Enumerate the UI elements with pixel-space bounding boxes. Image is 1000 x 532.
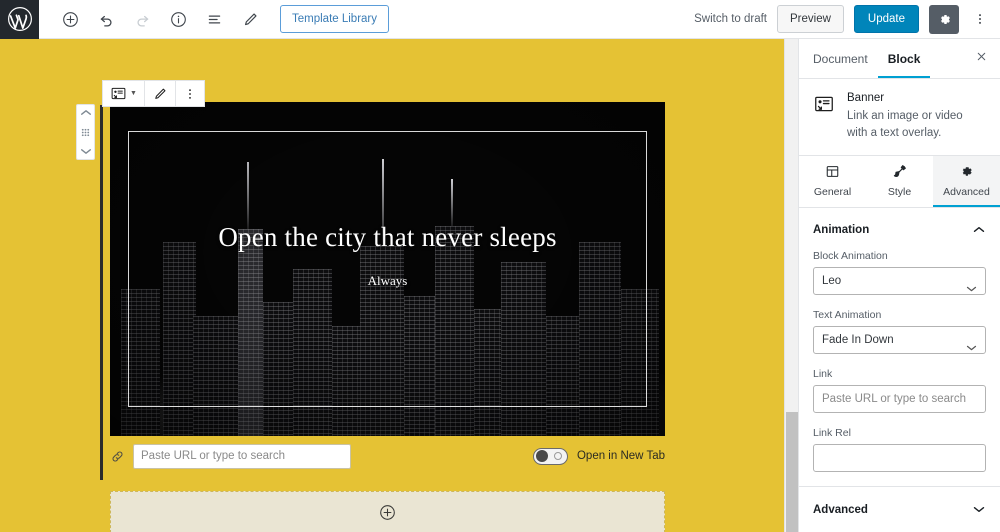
- block-animation-select[interactable]: Leo: [813, 267, 986, 296]
- label-text-animation: Text Animation: [813, 309, 882, 322]
- layout-grid-icon: [799, 164, 866, 182]
- block-appender-button[interactable]: [110, 491, 665, 532]
- block-navigation-button[interactable]: [196, 1, 232, 37]
- switch-to-draft-button[interactable]: Switch to draft: [694, 13, 767, 25]
- template-library-button[interactable]: Template Library: [280, 5, 390, 33]
- block-more-options-kebab-icon[interactable]: [176, 81, 204, 106]
- panel-body-animation: Block Animation Leo Text Animation Fade …: [799, 250, 1000, 486]
- undo-button[interactable]: [88, 1, 124, 37]
- preview-button[interactable]: Preview: [777, 5, 844, 33]
- chevron-down-icon: [965, 277, 978, 294]
- gear-icon: [933, 164, 1000, 182]
- block-description: Link an image or video with a text overl…: [847, 110, 963, 139]
- chevron-down-icon: [972, 501, 986, 519]
- banner-block[interactable]: Open the city that never sleeps Always: [110, 102, 665, 436]
- block-animation-value: Leo: [822, 275, 842, 288]
- field-link-rel: Link Rel: [813, 427, 986, 473]
- text-animation-select[interactable]: Fade In Down: [813, 326, 986, 355]
- open-in-new-tab-label: Open in New Tab: [576, 450, 665, 462]
- tab-general-label: General: [813, 186, 852, 199]
- block-info-card: Banner Link an image or video with a tex…: [799, 79, 1000, 157]
- panel-header-animation[interactable]: Animation: [799, 208, 1000, 250]
- label-link-rel: Link Rel: [813, 427, 851, 440]
- wordpress-block-editor: Template Library Switch to draft Preview…: [0, 0, 1000, 532]
- header-tool-group: [52, 1, 268, 37]
- add-block-button[interactable]: [52, 1, 88, 37]
- wordpress-logo-icon[interactable]: [0, 0, 39, 39]
- banner-link-row: Open in New Tab: [110, 441, 665, 471]
- banner-subtitle[interactable]: Always: [110, 273, 665, 289]
- open-in-new-tab-toggle[interactable]: [532, 447, 568, 465]
- block-mover-controls: [76, 104, 95, 160]
- link-chain-icon: [110, 449, 130, 464]
- drag-handle-icon[interactable]: [80, 127, 91, 138]
- more-menu-kebab-icon[interactable]: [969, 5, 991, 34]
- panel-header-advanced[interactable]: Advanced: [799, 486, 1000, 532]
- pencil-icon[interactable]: [232, 1, 268, 37]
- panel-title-advanced: Advanced: [813, 504, 868, 517]
- tab-document[interactable]: Document: [803, 39, 878, 78]
- chevron-down-icon: [965, 336, 978, 353]
- content-info-button[interactable]: [160, 1, 196, 37]
- editor-header-toolbar: Template Library Switch to draft Preview…: [0, 0, 1000, 39]
- banner-text-overlay: Open the city that never sleeps Always: [110, 222, 665, 289]
- tab-block[interactable]: Block: [877, 39, 931, 78]
- label-block-animation: Block Animation: [813, 250, 888, 263]
- sidebar-sub-tab-bar: General Style Advanced: [799, 156, 1000, 209]
- edit-block-pencil-icon[interactable]: [145, 81, 176, 106]
- editor-vertical-scrollbar[interactable]: [784, 39, 798, 532]
- field-block-animation: Block Animation Leo: [813, 250, 986, 296]
- field-text-animation: Text Animation Fade In Down: [813, 309, 986, 355]
- chevron-up-icon: [972, 221, 986, 239]
- sidebar-tab-bar: Document Block: [799, 39, 1000, 79]
- scrollbar-thumb[interactable]: [786, 412, 798, 532]
- settings-sidebar: Document Block Banner Link an image or v…: [798, 39, 1000, 532]
- block-floating-toolbar: ▼: [102, 80, 205, 107]
- banner-block-icon[interactable]: ▼: [103, 81, 145, 106]
- label-link: Link: [813, 368, 833, 381]
- redo-button[interactable]: [124, 1, 160, 37]
- header-actions: Switch to draft Preview Update: [694, 4, 1000, 34]
- field-link: Link: [813, 368, 986, 414]
- text-animation-value: Fade In Down: [822, 334, 894, 347]
- tab-style[interactable]: Style: [866, 156, 933, 207]
- link-rel-input[interactable]: [813, 444, 986, 473]
- link-input[interactable]: [813, 385, 986, 414]
- tab-general[interactable]: General: [799, 156, 866, 207]
- paintbrush-icon: [866, 164, 933, 182]
- chevron-down-icon: ▼: [130, 90, 137, 97]
- tab-advanced-label: Advanced: [943, 186, 990, 199]
- move-block-down-button[interactable]: [80, 147, 92, 156]
- tab-style-label: Style: [887, 186, 912, 199]
- banner-title[interactable]: Open the city that never sleeps: [110, 222, 665, 253]
- editor-canvas: ▼ Open the city that never sleeps Always…: [0, 39, 784, 532]
- move-block-up-button[interactable]: [80, 108, 92, 117]
- block-selection-indicator: [100, 105, 103, 480]
- settings-gear-icon[interactable]: [929, 4, 959, 34]
- tab-advanced[interactable]: Advanced: [933, 156, 1000, 208]
- banner-link-url-input[interactable]: [133, 443, 351, 469]
- banner-block-icon: [813, 92, 837, 141]
- update-button[interactable]: Update: [853, 5, 919, 33]
- open-in-new-tab-control: Open in New Tab: [532, 447, 665, 465]
- panel-title-animation: Animation: [813, 224, 870, 237]
- close-sidebar-icon[interactable]: [975, 50, 996, 68]
- block-name: Banner: [847, 92, 885, 104]
